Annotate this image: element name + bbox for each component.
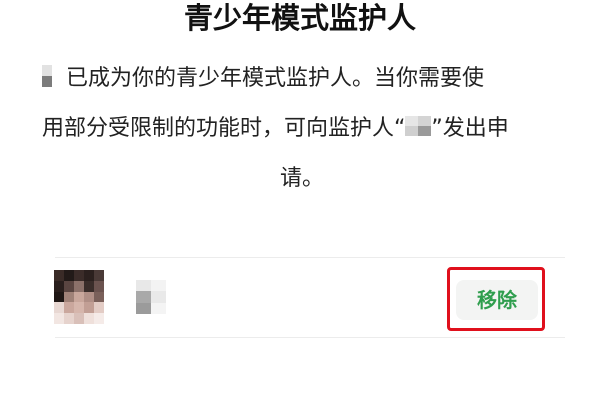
description-line-1: 已成为你的青少年模式监护人。当你需要使 bbox=[42, 54, 562, 104]
description-text-2a: 用部分受限制的功能时，可向监护人“ bbox=[42, 116, 406, 141]
row-divider-bottom bbox=[55, 337, 565, 338]
description-line-3: 请。 bbox=[42, 154, 562, 204]
guardian-name-mosaic bbox=[136, 280, 166, 314]
redacted-name-mosaic bbox=[42, 65, 52, 87]
description-text-1: 已成为你的青少年模式监护人。当你需要使 bbox=[66, 66, 485, 91]
description-line-2: 用部分受限制的功能时，可向监护人“ ”发出申 bbox=[42, 104, 562, 154]
guardian-avatar bbox=[54, 270, 104, 324]
description-text-2b: ”发出申 bbox=[431, 116, 509, 141]
red-highlight-annotation bbox=[447, 267, 545, 331]
redacted-guardian-name-mosaic bbox=[405, 116, 432, 136]
description-text-3: 请。 bbox=[279, 166, 324, 191]
guardian-description: 已成为你的青少年模式监护人。当你需要使 用部分受限制的功能时，可向监护人“ ”发… bbox=[42, 54, 562, 204]
page-title: 青少年模式监护人 bbox=[183, 1, 416, 35]
